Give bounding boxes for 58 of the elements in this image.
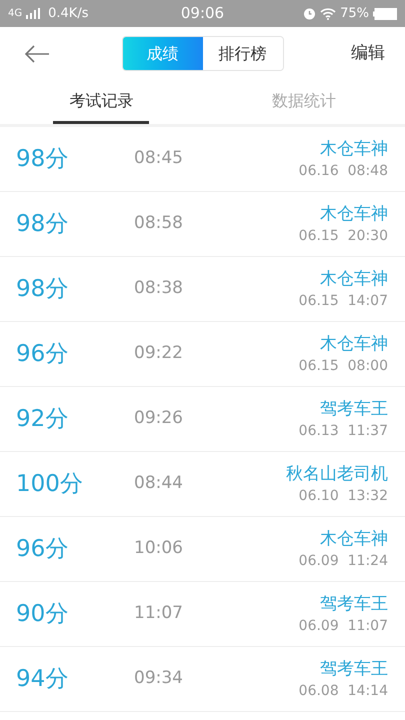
battery-label: 75% bbox=[340, 4, 369, 23]
network-label: 4G bbox=[8, 7, 22, 21]
nickname: 驾考车王 bbox=[320, 398, 388, 421]
duration: 09:22 bbox=[134, 342, 184, 366]
tab[interactable]: 数据统计 bbox=[256, 80, 352, 124]
tab[interactable]: 考试记录 bbox=[53, 80, 150, 124]
nickname: 驾考车王 bbox=[320, 593, 388, 616]
record-date: 06.13 11:37 bbox=[298, 422, 388, 441]
record-date: 06.09 11:07 bbox=[298, 617, 388, 636]
segment-tab[interactable]: 成绩 bbox=[122, 37, 202, 70]
record-row[interactable]: 98分 08:38 木仓车神 06.15 14:07 bbox=[0, 257, 405, 322]
duration: 10:06 bbox=[134, 537, 184, 560]
score: 90分 bbox=[16, 600, 70, 629]
score: 98分 bbox=[16, 210, 70, 239]
duration: 08:45 bbox=[134, 147, 184, 170]
nickname: 木仓车神 bbox=[320, 138, 388, 161]
nickname: 秋名山老司机 bbox=[286, 463, 388, 486]
back-arrow-icon bbox=[24, 44, 50, 62]
record-date: 06.15 20:30 bbox=[298, 227, 388, 246]
record-row[interactable]: 96分 09:22 木仓车神 06.15 08:00 bbox=[0, 322, 405, 387]
score: 100分 bbox=[16, 470, 84, 499]
record-date: 06.15 08:00 bbox=[298, 357, 388, 376]
record-row[interactable]: 96分 10:06 木仓车神 06.09 11:24 bbox=[0, 517, 405, 582]
nickname: 木仓车神 bbox=[320, 528, 388, 551]
nickname: 驾考车王 bbox=[320, 658, 388, 681]
record-date: 06.10 13:32 bbox=[298, 487, 388, 506]
duration: 11:07 bbox=[134, 602, 184, 626]
record-row[interactable]: 98分 08:45 木仓车神 06.16 08:48 bbox=[0, 127, 405, 192]
score: 96分 bbox=[16, 534, 70, 564]
wifi-icon bbox=[320, 8, 336, 20]
record-date: 06.15 14:07 bbox=[298, 292, 388, 311]
duration: 08:38 bbox=[134, 277, 184, 300]
record-row[interactable]: 98分 08:58 木仓车神 06.15 20:30 bbox=[0, 192, 405, 257]
duration: 09:34 bbox=[134, 667, 184, 690]
nickname: 木仓车神 bbox=[320, 333, 388, 356]
clock: 09:06 bbox=[180, 3, 226, 24]
score: 98分 bbox=[16, 144, 70, 174]
alarm-icon bbox=[303, 7, 316, 20]
record-row[interactable]: 94分 09:34 驾考车王 06.08 14:14 bbox=[0, 647, 405, 712]
duration: 09:26 bbox=[134, 407, 184, 430]
record-date: 06.09 11:24 bbox=[298, 552, 388, 571]
record-date: 06.16 08:48 bbox=[298, 162, 388, 181]
score: 96分 bbox=[16, 340, 70, 369]
record-row[interactable]: 100分 08:44 秋名山老司机 06.10 13:32 bbox=[0, 452, 405, 517]
nickname: 木仓车神 bbox=[320, 268, 388, 291]
speed-label: 0.4K/s bbox=[48, 4, 88, 23]
duration: 08:58 bbox=[134, 212, 184, 236]
score: 98分 bbox=[16, 274, 70, 304]
battery-icon bbox=[373, 8, 397, 20]
duration: 08:44 bbox=[134, 472, 184, 496]
edit-button[interactable]: 编辑 bbox=[351, 40, 385, 66]
record-row[interactable]: 90分 11:07 驾考车王 06.09 11:07 bbox=[0, 582, 405, 647]
record-date: 06.08 14:14 bbox=[298, 682, 388, 701]
nickname: 木仓车神 bbox=[320, 203, 388, 226]
signal-icon bbox=[26, 8, 40, 19]
record-row[interactable]: 92分 09:26 驾考车王 06.13 11:37 bbox=[0, 387, 405, 452]
score: 92分 bbox=[16, 404, 70, 434]
score: 94分 bbox=[16, 664, 70, 694]
